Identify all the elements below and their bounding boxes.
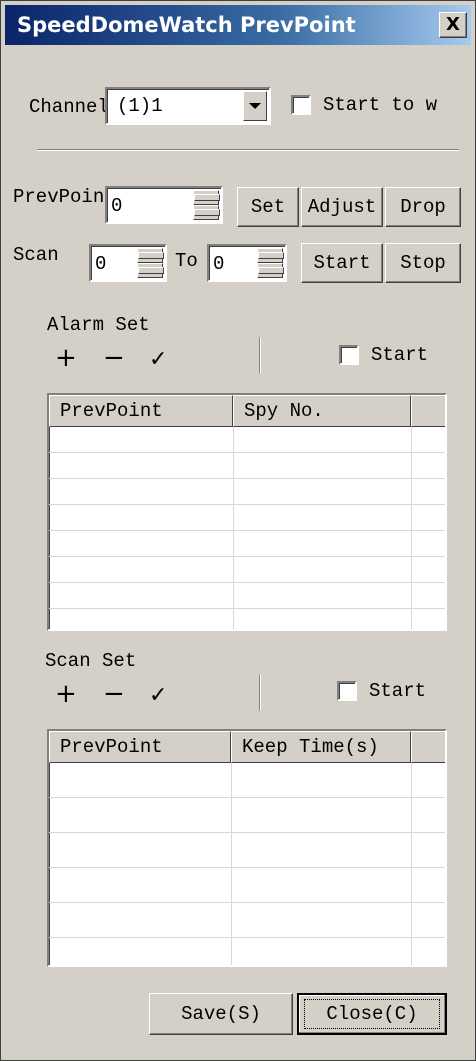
spin-down-icon[interactable] xyxy=(257,263,284,278)
channel-select[interactable]: (1)1 xyxy=(105,87,271,125)
scan-start-checkbox[interactable] xyxy=(337,681,357,701)
scan-to-label: To xyxy=(175,250,198,272)
scan-stop-button[interactable]: Stop xyxy=(385,243,461,283)
table-row[interactable] xyxy=(49,427,445,453)
alarm-set-list[interactable]: PrevPoint Spy No. xyxy=(47,393,447,631)
scan-label: Scan xyxy=(13,244,59,266)
dropdown-arrow-icon[interactable] xyxy=(243,91,267,121)
close-button[interactable]: Close(C) xyxy=(297,993,447,1035)
adjust-button[interactable]: Adjust xyxy=(301,187,383,227)
spin-up-icon[interactable] xyxy=(257,248,284,263)
scan-set-list[interactable]: PrevPoint Keep Time(s) xyxy=(47,729,447,967)
table-row[interactable] xyxy=(49,903,445,938)
toolbar-separator xyxy=(259,337,261,373)
column-header-filler xyxy=(411,731,445,763)
scan-from-value: 0 xyxy=(95,253,107,275)
alarm-start-label: Start xyxy=(371,344,429,366)
table-row[interactable] xyxy=(49,798,445,833)
table-row[interactable] xyxy=(49,505,445,531)
table-row[interactable] xyxy=(49,557,445,583)
title-bar[interactable]: SpeedDomeWatch PrevPoint X xyxy=(5,5,471,45)
column-header-spy-no[interactable]: Spy No. xyxy=(233,395,411,427)
scan-from-spinbox[interactable]: 0 xyxy=(89,244,167,282)
spin-down-icon[interactable] xyxy=(193,205,220,220)
alarm-start-checkbox[interactable] xyxy=(339,345,359,365)
separator xyxy=(37,149,459,151)
table-row[interactable] xyxy=(49,868,445,903)
table-row[interactable] xyxy=(49,609,445,629)
table-row[interactable] xyxy=(49,833,445,868)
scan-set-title: Scan Set xyxy=(45,650,137,672)
close-icon[interactable]: X xyxy=(439,12,467,38)
column-header-prevpoint[interactable]: PrevPoint xyxy=(49,731,231,763)
channel-label: Channel xyxy=(29,96,105,118)
prevpoint-value: 0 xyxy=(111,195,123,217)
check-icon[interactable]: ✓ xyxy=(149,683,167,709)
toolbar-separator xyxy=(259,675,261,711)
spin-up-icon[interactable] xyxy=(137,248,164,263)
scan-to-value: 0 xyxy=(213,253,225,275)
alarm-set-title: Alarm Set xyxy=(47,314,150,336)
prevpoint-dialog: SpeedDomeWatch PrevPoint X Channel (1)1 … xyxy=(0,0,476,1061)
minus-icon[interactable]: − xyxy=(103,681,125,707)
spin-up-icon[interactable] xyxy=(193,190,220,205)
scan-start-button[interactable]: Start xyxy=(301,243,383,283)
check-icon[interactable]: ✓ xyxy=(149,347,167,373)
minus-icon[interactable]: − xyxy=(103,345,125,371)
spin-down-icon[interactable] xyxy=(137,263,164,278)
prevpoint-label: PrevPoint xyxy=(13,186,105,208)
plus-icon[interactable]: + xyxy=(55,681,77,707)
scan-to-spinbox[interactable]: 0 xyxy=(207,244,287,282)
plus-icon[interactable]: + xyxy=(55,345,77,371)
start-to-watch-checkbox[interactable] xyxy=(291,95,311,115)
channel-select-value: (1)1 xyxy=(117,95,163,117)
scan-start-label: Start xyxy=(369,680,427,702)
table-row[interactable] xyxy=(49,763,445,798)
table-row[interactable] xyxy=(49,453,445,479)
table-row[interactable] xyxy=(49,583,445,609)
start-to-watch-label: Start to w xyxy=(323,94,438,116)
column-header-prevpoint[interactable]: PrevPoint xyxy=(49,395,233,427)
table-row[interactable] xyxy=(49,531,445,557)
column-header-keep-time[interactable]: Keep Time(s) xyxy=(231,731,411,763)
table-row[interactable] xyxy=(49,938,445,965)
set-button[interactable]: Set xyxy=(237,187,299,227)
prevpoint-spinbox[interactable]: 0 xyxy=(105,186,223,224)
column-header-filler xyxy=(411,395,445,427)
window-title: SpeedDomeWatch PrevPoint xyxy=(17,13,356,37)
close-button-label: Close(C) xyxy=(326,1003,418,1025)
table-row[interactable] xyxy=(49,479,445,505)
drop-button[interactable]: Drop xyxy=(385,187,461,227)
save-button[interactable]: Save(S) xyxy=(149,993,293,1035)
